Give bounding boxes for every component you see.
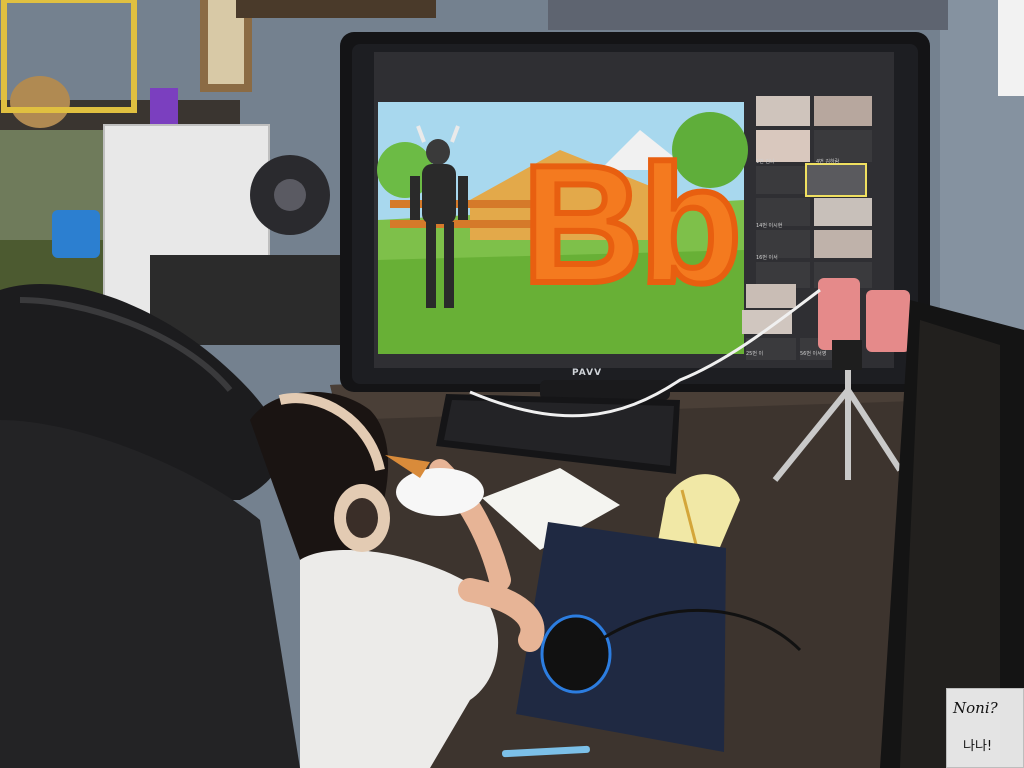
zoom-tile-label: 56번 이서영 — [800, 351, 827, 357]
watermark: Noni? 나나! — [946, 688, 1024, 768]
zoom-tile-label: 14번 이시현 — [756, 223, 783, 229]
watermark-line1: Noni? — [953, 699, 998, 717]
monitor-brand: PAVV — [572, 368, 603, 378]
gaming-mouse — [540, 614, 612, 694]
photo-scene — [0, 0, 1024, 768]
poster — [548, 0, 948, 30]
blue-filter — [52, 210, 100, 258]
zoom-tile-label: 25번 이 — [746, 351, 764, 357]
screen-letters: Bb — [519, 130, 745, 318]
zoom-tile-label: 1번 김나 — [756, 159, 775, 165]
desk-shelf — [150, 255, 360, 345]
watermark-line2: 나나! — [963, 739, 993, 754]
plate — [396, 468, 484, 516]
note-paper — [998, 0, 1024, 96]
zoom-tile-label: 4번 김하람 — [816, 159, 840, 165]
purple-blocks — [150, 88, 178, 124]
shell-decor — [10, 76, 70, 128]
zoom-tile-label: 16번 이서 — [756, 255, 778, 261]
picture-frame-top — [236, 0, 436, 18]
